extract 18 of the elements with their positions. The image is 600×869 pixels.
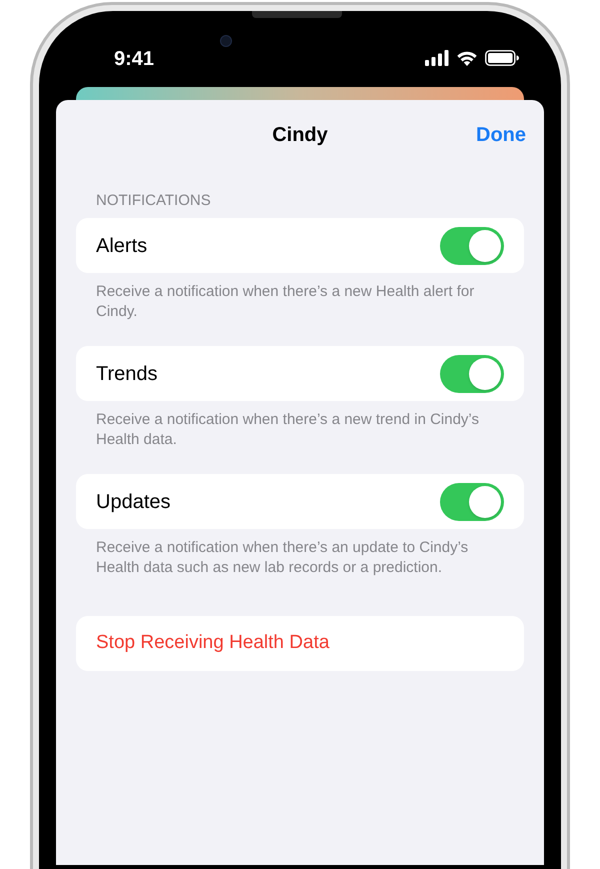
setting-label: Trends <box>96 362 158 386</box>
setting-description: Receive a notification when there’s an update to Cindy’s Health data such as new lab records or a prediction. <box>95 538 470 578</box>
sheet-title: Cindy <box>272 123 328 148</box>
section-header: NOTIFICATIONS <box>96 192 211 210</box>
setting-description: Receive a notification when there’s a new trend in Cindy’s Health data. <box>95 410 480 450</box>
camera-lens <box>220 35 232 47</box>
setting-label: Alerts <box>96 234 148 258</box>
toggle-switch[interactable] <box>440 354 504 392</box>
battery-icon <box>485 50 519 66</box>
done-button[interactable]: Done <box>476 122 526 148</box>
setting-description: Receive a notification when there’s a new Health alert for Cindy. <box>95 282 476 322</box>
toggle-switch[interactable] <box>440 226 504 264</box>
stop-receiving-button[interactable]: Stop Receiving Health Data <box>76 616 524 671</box>
signal-icon <box>425 50 449 66</box>
wifi-icon <box>456 50 478 66</box>
status-time: 9:41 <box>114 47 154 71</box>
setting-label: Updates <box>96 490 170 514</box>
toggle-switch[interactable] <box>440 482 504 520</box>
